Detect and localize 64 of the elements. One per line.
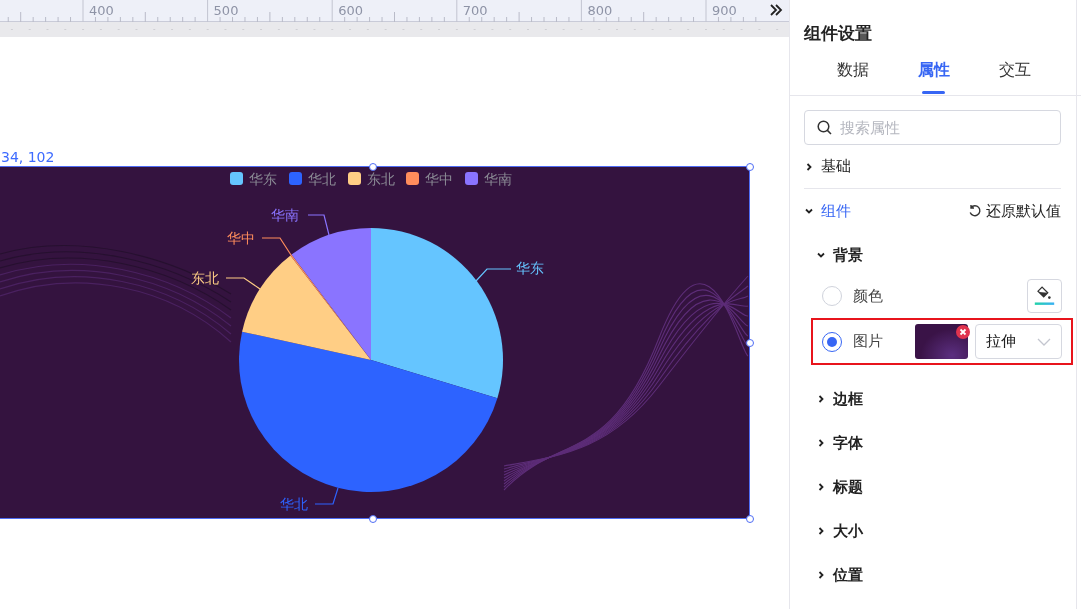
caret-icon[interactable] bbox=[816, 438, 826, 448]
panel-title: 组件设置 bbox=[803, 22, 873, 45]
section-header[interactable]: 基础 bbox=[821, 157, 851, 176]
slice-label: 华南 bbox=[271, 207, 299, 223]
leader-line bbox=[225, 277, 261, 290]
section-header[interactable]: 标题 bbox=[833, 477, 863, 497]
resize-handle[interactable] bbox=[746, 339, 754, 347]
leader-line bbox=[314, 487, 339, 505]
caret-icon[interactable] bbox=[816, 394, 826, 404]
pie-slice[interactable] bbox=[239, 331, 498, 492]
search-field[interactable]: 搜索属性 bbox=[804, 110, 1061, 145]
undo-icon bbox=[968, 204, 982, 218]
legend-label[interactable]: 东北 bbox=[367, 170, 395, 187]
legend-label[interactable]: 华北 bbox=[308, 170, 336, 187]
section-header[interactable]: 大小 bbox=[833, 521, 863, 541]
caret-icon[interactable] bbox=[804, 161, 814, 172]
option-label: 颜色 bbox=[853, 286, 883, 306]
section-header[interactable]: 字体 bbox=[833, 433, 863, 453]
resize-handle[interactable] bbox=[369, 515, 377, 523]
caret-icon[interactable] bbox=[816, 526, 826, 536]
radio-button[interactable] bbox=[822, 331, 842, 352]
section-header[interactable]: 组件 bbox=[821, 201, 851, 221]
ruler-label: 700 bbox=[462, 3, 488, 18]
pie-slice[interactable] bbox=[291, 228, 371, 360]
pie-slice[interactable] bbox=[371, 228, 503, 399]
legend-label[interactable]: 华中 bbox=[425, 170, 453, 187]
image-thumbnail[interactable] bbox=[915, 324, 968, 359]
pie-slice[interactable] bbox=[242, 255, 371, 360]
legend-label[interactable]: 华南 bbox=[484, 170, 512, 187]
ruler-label: 900 bbox=[712, 3, 737, 18]
tab[interactable]: 数据 bbox=[812, 47, 893, 95]
remove-icon[interactable] bbox=[956, 325, 970, 339]
tab[interactable]: 属性 bbox=[893, 47, 974, 95]
fill-color-button[interactable] bbox=[1027, 279, 1062, 313]
slice-label: 华东 bbox=[516, 260, 544, 276]
caret-icon[interactable] bbox=[816, 250, 826, 260]
coordinate-label: 34, 102 bbox=[0, 148, 56, 166]
section-header[interactable]: 位置 bbox=[833, 565, 863, 585]
caret-icon[interactable] bbox=[816, 482, 826, 492]
reset-defaults-link[interactable]: 还原默认值 bbox=[968, 201, 1061, 221]
double-chevron-icon[interactable] bbox=[769, 3, 783, 17]
resize-handle[interactable] bbox=[369, 163, 377, 171]
resize-handle[interactable] bbox=[746, 163, 754, 171]
fit-mode-dropdown[interactable]: 拉伸 bbox=[975, 324, 1062, 359]
section-header[interactable]: 背景 bbox=[833, 245, 863, 265]
ruler-label: 400 bbox=[89, 3, 114, 18]
caret-icon[interactable] bbox=[804, 206, 814, 216]
caret-icon[interactable] bbox=[816, 570, 826, 580]
tab[interactable]: 交互 bbox=[974, 47, 1055, 95]
option-label: 图片 bbox=[853, 332, 883, 351]
slice-label: 东北 bbox=[191, 270, 219, 286]
section-header[interactable]: 边框 bbox=[833, 389, 863, 409]
ruler-label: 600 bbox=[338, 3, 364, 18]
ruler-label: 500 bbox=[213, 3, 239, 18]
slice-label: 华北 bbox=[280, 496, 308, 512]
resize-handle[interactable] bbox=[746, 515, 754, 523]
search-icon bbox=[817, 120, 832, 135]
legend-label[interactable]: 华东 bbox=[249, 170, 277, 187]
chevron-down-icon bbox=[1037, 337, 1051, 346]
ruler-label: 800 bbox=[587, 3, 613, 18]
leader-line bbox=[475, 268, 512, 282]
leader-line bbox=[307, 214, 330, 236]
leader-line bbox=[261, 237, 292, 256]
slice-label: 华中 bbox=[227, 230, 255, 246]
